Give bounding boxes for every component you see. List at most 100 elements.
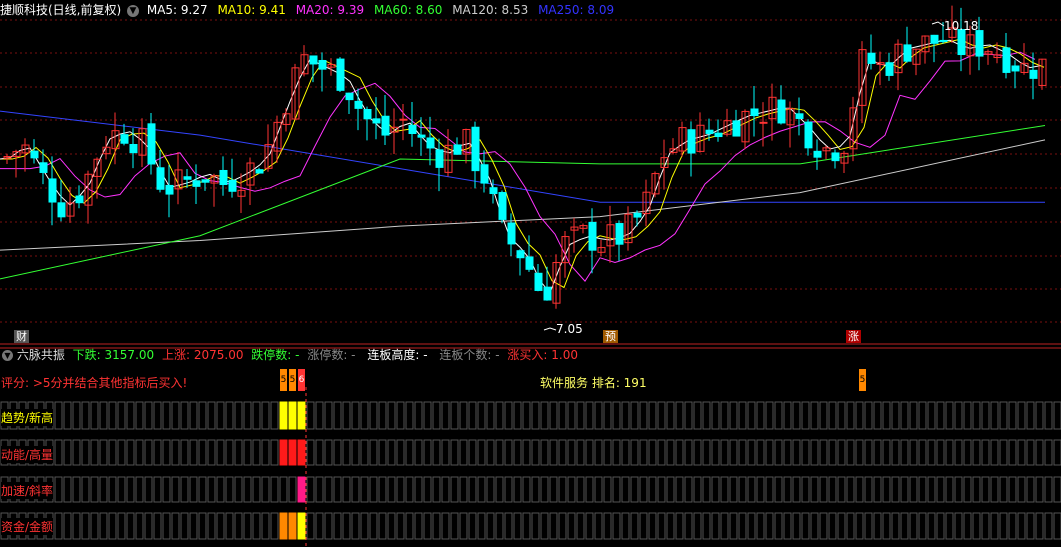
indicator-bar [189,476,198,503]
indicator-bar [612,476,621,503]
indicator-bar [783,512,792,540]
score-badge: 6 [298,369,305,391]
indicator-bars [0,347,1061,547]
indicator-bar [945,476,954,503]
indicator-bar [450,512,459,540]
indicator-bar [369,512,378,540]
indicator-bar [819,401,828,430]
candle-body [156,167,165,190]
indicator-bar [702,512,711,540]
indicator-bar [360,512,369,540]
indicator-bar [675,512,684,540]
indicator-bar [504,512,513,540]
indicator-bar [999,476,1008,503]
indicator-bar [549,401,558,430]
indicator-bar [540,401,549,430]
candle-body [975,30,984,57]
indicator-bar [414,439,423,466]
six-pulse-indicator[interactable] [0,347,1061,547]
indicator-bar [387,439,396,466]
indicator-bar [927,401,936,430]
indicator-bar [477,476,486,503]
indicator-bar [144,439,153,466]
indicator-bar [666,439,675,466]
candle-body [516,250,525,259]
indicator-bar [477,401,486,430]
indicator-bar [225,512,234,540]
candle-body [534,272,543,291]
indicator-bar [414,476,423,503]
indicator-bar [342,476,351,503]
indicator-bar [315,401,324,430]
indicator-bar [900,401,909,430]
indicator-bar [648,476,657,503]
row-label-acceleration: 加速/斜率 [1,482,54,499]
indicator-bar [612,401,621,430]
indicator-bar [567,512,576,540]
indicator-bar [360,439,369,466]
indicator-bar [774,401,783,430]
candle-body [201,179,210,183]
marker-zhang[interactable]: 涨 [846,330,861,343]
indicator-bar [477,512,486,540]
indicator-bar [963,476,972,503]
indicator-bar [117,476,126,503]
indicator-bar [1044,401,1053,430]
candle-body [1011,65,1020,72]
indicator-bar [900,512,909,540]
marker-cai[interactable]: 财 [14,330,29,343]
indicator-bar [990,439,999,466]
marker-yu[interactable]: 预 [603,330,618,343]
indicator-bar [72,512,81,540]
indicator-bar [738,512,747,540]
indicator-bar [792,401,801,430]
indicator-bar [612,439,621,466]
indicator-bar [207,401,216,430]
low-arrow [543,327,557,331]
indicator-bar [396,439,405,466]
candle-body [30,150,39,159]
indicator-bar [495,476,504,503]
indicator-bar [630,512,639,540]
indicator-bar [630,439,639,466]
indicator-bar [639,401,648,430]
indicator-bar [495,439,504,466]
candle-body [867,52,876,64]
candle-body [318,60,327,70]
indicator-bar [594,512,603,540]
indicator-bar [459,476,468,503]
indicator-bar [387,401,396,430]
indicator-bar [828,476,837,503]
indicator-bar [252,476,261,503]
indicator-bar [972,512,981,540]
indicator-bar [999,439,1008,466]
indicator-bar [333,476,342,503]
indicator-bar [792,512,801,540]
indicator-bar [1035,439,1044,466]
indicator-bar [468,401,477,430]
indicator-bar [972,401,981,430]
indicator-bar [927,476,936,503]
indicator-bar [963,439,972,466]
indicator-bar [792,439,801,466]
candle-body [228,179,237,192]
indicator-bar [315,476,324,503]
indicator-bar [99,512,108,540]
indicator-bar [1017,512,1026,540]
indicator-bar [207,476,216,503]
candle-body [633,212,642,218]
indicator-bar [702,439,711,466]
indicator-bar [792,476,801,503]
indicator-bar [423,401,432,430]
indicator-bar [648,512,657,540]
indicator-bar [567,401,576,430]
candle-body [435,149,444,168]
indicator-bar [954,512,963,540]
candlestick-chart[interactable]: 10.18 7.05 [0,0,1061,345]
indicator-bar [918,476,927,503]
indicator-bar [684,512,693,540]
candle-body [471,126,480,172]
indicator-bar [801,401,810,430]
indicator-bar [594,439,603,466]
indicator-bar [639,439,648,466]
